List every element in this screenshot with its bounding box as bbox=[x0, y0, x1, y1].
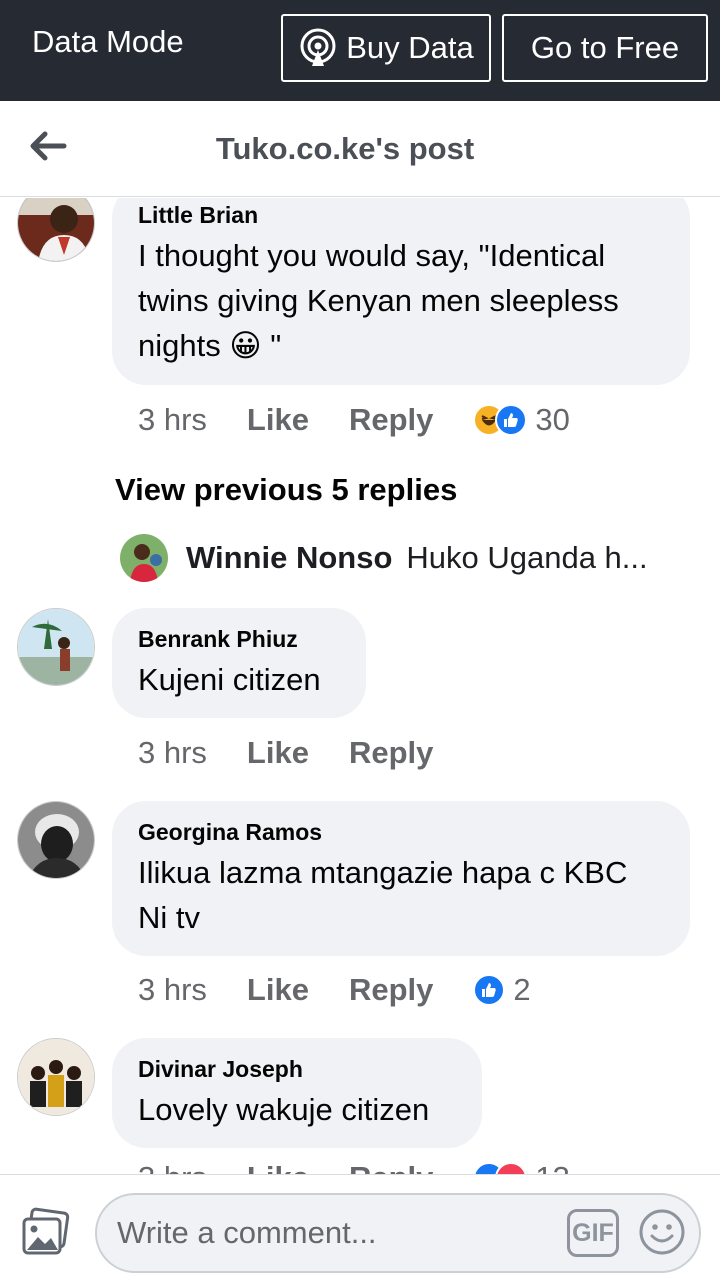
comment-bubble[interactable]: Benrank Phiuz Kujeni citizen bbox=[112, 608, 366, 718]
comment-author[interactable]: Benrank Phiuz bbox=[138, 626, 340, 653]
comment-actions: 3 hrs Like Reply 13 bbox=[138, 1160, 570, 1174]
like-button[interactable]: Like bbox=[247, 735, 309, 771]
like-button[interactable]: Like bbox=[247, 972, 309, 1008]
avatar-winnie-nonso[interactable] bbox=[120, 534, 168, 582]
post-header: Tuko.co.ke's post bbox=[0, 101, 720, 197]
comment-author[interactable]: Georgina Ramos bbox=[138, 819, 664, 846]
gif-button[interactable]: GIF bbox=[567, 1209, 619, 1257]
comment-actions: 3 hrs Like Reply 30 bbox=[138, 402, 570, 438]
reply-button[interactable]: Reply bbox=[349, 972, 433, 1008]
data-mode-bar: Data Mode Buy Data Go to Free bbox=[0, 0, 720, 101]
comment-composer: Write a comment... GIF bbox=[0, 1174, 720, 1286]
reply-author[interactable]: Winnie Nonso bbox=[186, 540, 392, 576]
buy-data-button[interactable]: Buy Data bbox=[281, 14, 491, 82]
like-button[interactable]: Like bbox=[247, 402, 309, 438]
reaction-count: 13 bbox=[535, 1160, 569, 1174]
comment-placeholder: Write a comment... bbox=[117, 1215, 377, 1250]
comment-text-line: nights 😀 " bbox=[138, 328, 282, 363]
comment-time[interactable]: 3 hrs bbox=[138, 972, 207, 1008]
comment-text-line: Kujeni citizen bbox=[138, 662, 321, 697]
avatar-georgina-ramos[interactable] bbox=[17, 801, 95, 879]
reaction-count: 30 bbox=[535, 402, 570, 437]
like-button[interactable]: Like bbox=[247, 1160, 309, 1174]
buy-data-label: Buy Data bbox=[346, 30, 474, 65]
reply-button[interactable]: Reply bbox=[349, 402, 433, 438]
comment-actions: 3 hrs Like Reply 2 bbox=[138, 972, 531, 1008]
comments-feed[interactable]: Little Brian I thought you would say, "I… bbox=[0, 198, 720, 1174]
like-reaction-icon bbox=[473, 974, 506, 1006]
comment-input[interactable]: Write a comment... GIF bbox=[95, 1193, 701, 1273]
comment-text-line: twins giving Kenyan men sleepless bbox=[138, 283, 619, 318]
reaction-summary[interactable]: 2 bbox=[473, 972, 531, 1008]
comment-author[interactable]: Little Brian bbox=[138, 202, 664, 229]
avatar-benrank-phiuz[interactable] bbox=[17, 608, 95, 686]
like-reaction-icon bbox=[495, 404, 528, 436]
reaction-summary[interactable]: 13 bbox=[473, 1160, 570, 1174]
go-to-free-button[interactable]: Go to Free bbox=[502, 14, 708, 82]
avatar-divinar-joseph[interactable] bbox=[17, 1038, 95, 1116]
go-to-free-label: Go to Free bbox=[530, 30, 680, 65]
reply-button[interactable]: Reply bbox=[349, 735, 433, 771]
comment-bubble[interactable]: Georgina Ramos Ilikua lazma mtangazie ha… bbox=[112, 801, 690, 956]
comment-text-line: Ilikua lazma mtangazie hapa c KBC bbox=[138, 855, 628, 890]
reaction-summary[interactable]: 30 bbox=[473, 402, 570, 438]
comment-time[interactable]: 3 hrs bbox=[138, 735, 207, 771]
comment-time[interactable]: 3 hrs bbox=[138, 402, 207, 438]
photo-icon[interactable] bbox=[20, 1207, 72, 1259]
comment-text-line: I thought you would say, "Identical bbox=[138, 238, 606, 273]
comment-text-line: Ni tv bbox=[138, 900, 200, 935]
comment-bubble[interactable]: Divinar Joseph Lovely wakuje citizen bbox=[112, 1038, 482, 1148]
broadcast-icon bbox=[298, 28, 338, 68]
page-title: Tuko.co.ke's post bbox=[215, 131, 475, 166]
view-previous-replies-link[interactable]: View previous 5 replies bbox=[115, 472, 457, 508]
reply-preview[interactable]: Winnie Nonso Huko Uganda h... bbox=[120, 534, 680, 582]
comment-time[interactable]: 3 hrs bbox=[138, 1160, 207, 1174]
emoji-icon[interactable] bbox=[637, 1207, 687, 1257]
reply-snippet: Huko Uganda h... bbox=[406, 540, 648, 575]
comment-author[interactable]: Divinar Joseph bbox=[138, 1056, 456, 1083]
reaction-count: 2 bbox=[513, 972, 531, 1007]
comment-bubble[interactable]: Little Brian I thought you would say, "I… bbox=[112, 198, 690, 385]
comment-actions: 3 hrs Like Reply bbox=[138, 735, 473, 771]
love-reaction-icon bbox=[495, 1162, 528, 1174]
data-mode-label: Data Mode bbox=[32, 24, 184, 59]
comment-text-line: Lovely wakuje citizen bbox=[138, 1092, 430, 1127]
reply-button[interactable]: Reply bbox=[349, 1160, 433, 1174]
avatar-little-brian[interactable] bbox=[17, 198, 95, 262]
